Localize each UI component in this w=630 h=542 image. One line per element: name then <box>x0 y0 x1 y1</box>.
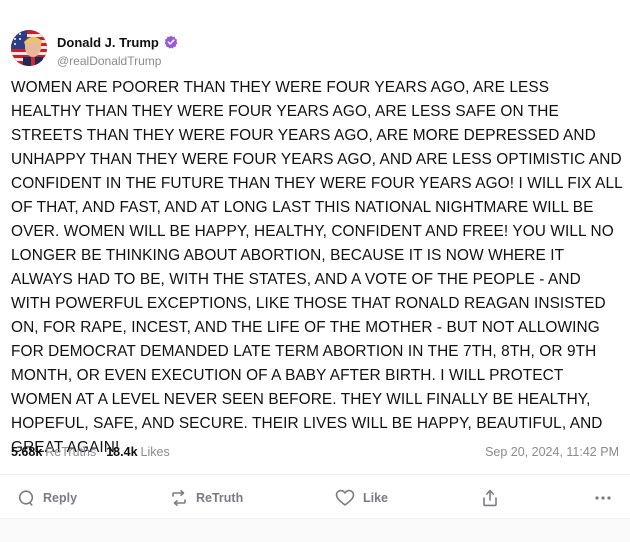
post-timestamp[interactable]: Sep 20, 2024, 11:42 PM <box>485 445 619 459</box>
action-bar: Reply ReTruth Like <box>0 474 630 519</box>
more-options-button[interactable] <box>594 495 612 501</box>
retruths-count: 5.68k <box>11 445 43 459</box>
reply-composer-area <box>0 518 630 542</box>
likes-stat[interactable]: 18.4k Likes <box>106 445 169 459</box>
name-row: Donald J. Trump <box>57 34 178 50</box>
avatar[interactable] <box>11 30 47 66</box>
author-block: Donald J. Trump @realDonaldTrump <box>57 34 178 68</box>
retruth-button[interactable]: ReTruth <box>170 489 243 507</box>
share-icon <box>483 489 497 507</box>
author-display-name[interactable]: Donald J. Trump <box>57 35 159 50</box>
share-button[interactable] <box>482 489 498 507</box>
likes-count: 18.4k <box>106 445 138 459</box>
truth-post: Donald J. Trump @realDonaldTrump WOMEN A… <box>0 0 630 542</box>
reply-label: Reply <box>43 491 78 505</box>
retruth-label: ReTruth <box>196 491 244 505</box>
retruths-label: ReTruths <box>45 445 97 459</box>
post-header: Donald J. Trump @realDonaldTrump <box>11 30 178 68</box>
heart-icon <box>335 489 355 506</box>
more-dots-icon <box>595 496 611 500</box>
post-meta: 5.68k ReTruths 18.4k Likes Sep 20, 2024, 1… <box>11 444 619 460</box>
reply-button[interactable]: Reply <box>17 489 77 507</box>
verified-badge-icon <box>164 35 178 49</box>
like-button[interactable]: Like <box>335 489 388 507</box>
likes-label: Likes <box>140 445 170 459</box>
post-text: WOMEN ARE POORER THAN THEY WERE FOUR YEA… <box>11 79 623 456</box>
avatar-image <box>11 30 47 66</box>
retruth-icon <box>172 490 186 506</box>
reply-icon <box>18 490 34 506</box>
like-label: Like <box>363 491 389 505</box>
author-handle[interactable]: @realDonaldTrump <box>57 54 178 68</box>
retruths-stat[interactable]: 5.68k ReTruths <box>11 445 96 459</box>
